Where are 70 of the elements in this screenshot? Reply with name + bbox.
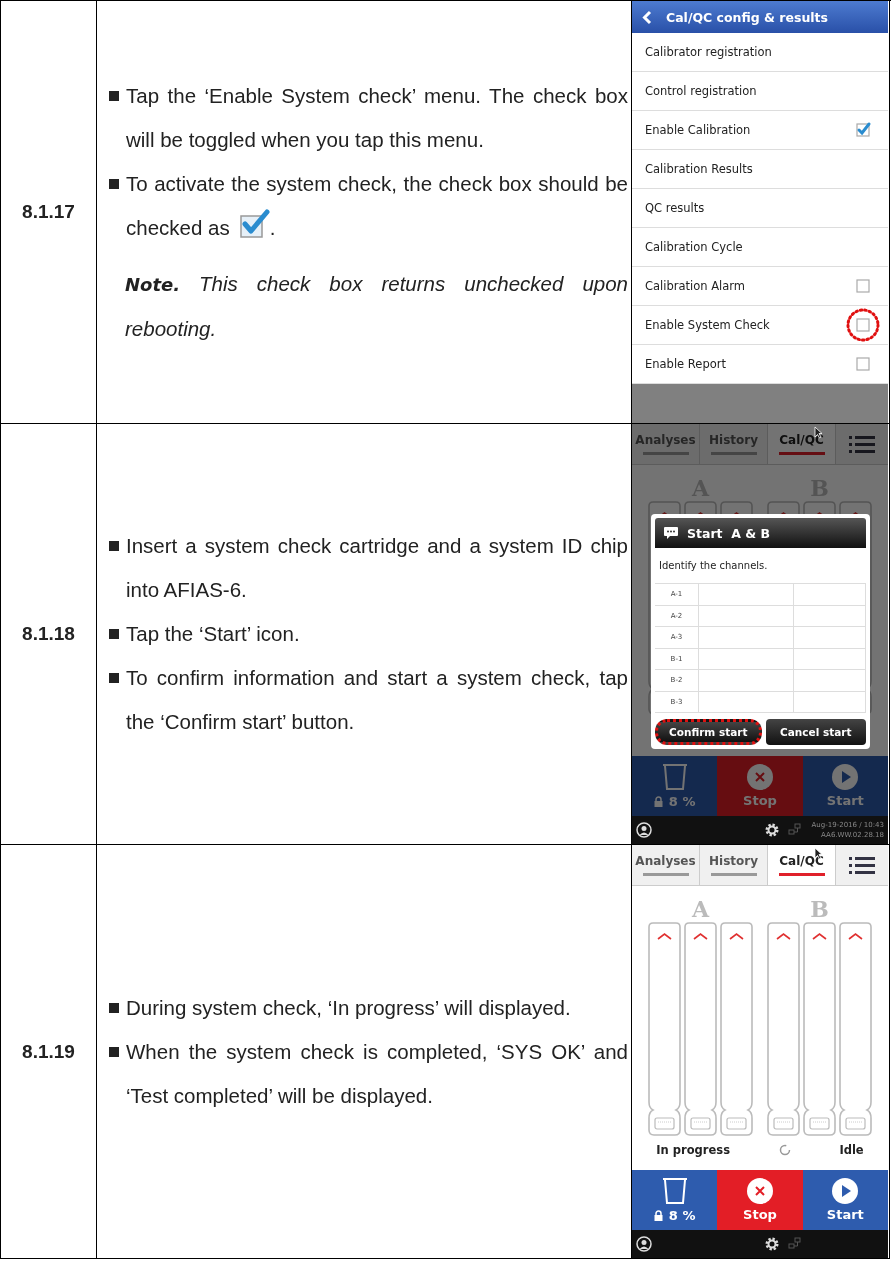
menu-item[interactable]: Control registration [632,72,888,111]
menu-item[interactable]: Calibration Cycle [632,228,888,267]
waste-button[interactable]: 8 % [632,1170,718,1230]
instruction-text: Tap the ‘Enable System check’ menu. The check box will be toggled when you tap this menu. [126,82,628,153]
instruction-text: When the system check is completed, ‘SYS OK’ and ‘Test completed’ will be displayed. [126,1038,628,1109]
bullet-icon [109,90,119,101]
checkbox-icon[interactable] [854,355,872,373]
user-icon[interactable] [636,1236,652,1252]
lock-icon [653,796,663,807]
step-number: 8.1.17 [1,1,97,424]
back-icon[interactable] [642,9,652,25]
step-number: 8.1.19 [1,845,97,1259]
menu-icon [849,435,875,453]
bullet-icon [109,673,119,683]
close-icon [747,1178,773,1204]
dialog-button[interactable]: Confirm start [655,719,762,745]
menu-item[interactable]: Calibration Results [632,150,888,189]
tab[interactable]: Cal/QC [768,424,836,464]
waste-level: 8 % [668,1208,696,1223]
channel-label: B [810,896,829,922]
table-cell [794,670,866,692]
tab[interactable]: Cal/QC [768,845,836,885]
checkbox-icon[interactable] [854,277,872,295]
lock-icon [653,1210,663,1221]
instruction-text: To confirm information and start a system check, tap the ‘Confirm start’ button. [126,665,628,735]
table-cell [794,648,866,670]
screen-title: Cal/QC config & results [666,9,828,25]
step-number: 8.1.18 [1,424,97,845]
tab[interactable]: Analyses [632,845,700,885]
dialog-message: Identify the channels. [658,559,769,573]
instruction-text: During system check, ‘In progress’ will displayed. [126,994,572,1021]
bullet-icon [109,629,119,639]
trash-icon [661,1177,688,1205]
menu-item[interactable]: Calibrator registration [632,33,888,72]
bullet-icon [109,1046,119,1057]
play-icon [832,1178,859,1204]
settings-icon[interactable] [764,822,780,838]
menu-item[interactable]: QC results [632,189,888,228]
checkbox-icon[interactable] [846,308,880,342]
bullet-icon [109,541,119,551]
bullet-icon [109,178,119,189]
table-cell [794,627,866,649]
menu-item[interactable]: Enable System Check [632,306,888,345]
instruction-text: Insert a system check cartridge and a system ID chip into AFIAS-6. [126,533,628,603]
chat-icon [663,525,679,541]
channel-label: A [691,896,710,922]
channel-status: In progress [656,1143,730,1157]
channel-status: Idle [839,1143,864,1157]
user-icon[interactable] [636,822,652,838]
network-icon [788,823,802,837]
table-cell [794,605,866,627]
menu-item[interactable]: Calibration Alarm [632,267,888,306]
settings-icon[interactable] [764,1236,780,1252]
menu-item[interactable]: Enable Calibration [632,111,888,150]
dialog-title: Start A & B [687,525,771,541]
instruction-text: To activate the system check, the check box should be checked as . [126,170,628,241]
dialog-button[interactable]: Cancel start [765,719,866,745]
instruction-text: Tap the ‘Start’ icon. [126,621,301,647]
close-icon [747,764,773,790]
note-text: Note. This check box returns unchecked upon rebooting. [125,270,628,342]
trash-icon [661,763,688,791]
bullet-icon [109,1002,119,1013]
menu-icon [849,856,875,874]
network-icon [788,1237,802,1251]
checked-checkbox-icon[interactable] [854,121,872,139]
waste-level: 8 % [668,794,696,809]
start-button[interactable]: Start [802,1170,888,1230]
table-cell [794,691,866,713]
play-icon [832,764,859,790]
stop-button[interactable]: Stop [717,1170,803,1230]
